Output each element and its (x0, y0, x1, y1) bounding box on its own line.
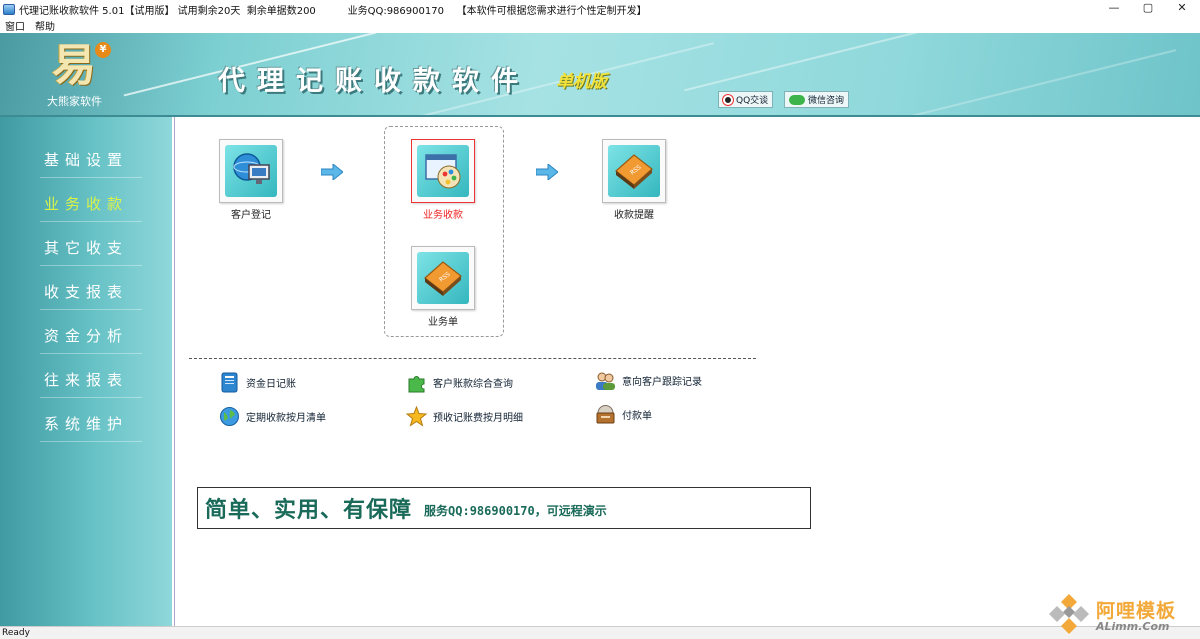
business-receipt-label: 业务收款 (423, 210, 463, 221)
watermark-text: 阿哩模板 (1096, 600, 1177, 622)
yen-coin-icon: ¥ (95, 42, 111, 58)
edition-label: 单机版 (556, 72, 607, 92)
watermark-logo-icon (1049, 594, 1089, 634)
section-divider (189, 358, 756, 359)
slogan-main-text: 简单、实用、有保障 (205, 497, 413, 523)
sidebar-item-business-receipt[interactable]: 业务收款 (0, 182, 172, 226)
business-receipt-tile[interactable] (411, 139, 475, 203)
sidebar-item-fund-analysis[interactable]: 资金分析 (0, 314, 172, 358)
sidebar-item-other-income-expense[interactable]: 其它收支 (0, 226, 172, 270)
customer-register-label: 客户登记 (231, 210, 271, 221)
notebook-icon (221, 372, 238, 393)
receipt-reminder-label: 收款提醒 (614, 210, 654, 221)
qq-penguin-icon (723, 94, 733, 105)
app-icon (3, 3, 15, 15)
arrow-right-icon (321, 164, 343, 180)
customer-query-link[interactable]: 客户账款综合查询 (406, 372, 513, 393)
wechat-consult-button[interactable]: 微信咨询 (784, 91, 850, 108)
cash-journal-link[interactable]: 资金日记账 (219, 372, 296, 393)
star-icon (406, 406, 427, 427)
receipt-reminder-tile[interactable]: RSS (602, 139, 666, 203)
minimize-button[interactable]: — (1096, 0, 1132, 18)
prepaid-detail-link[interactable]: 预收记账费按月明细 (406, 406, 523, 427)
menu-help[interactable]: 帮助 (30, 18, 60, 33)
inbox-tray-icon (596, 405, 615, 424)
business-order-label: 业务单 (428, 317, 458, 328)
close-button[interactable]: ✕ (1164, 0, 1200, 18)
window-title: 代理记账收款软件 5.01【试用版】 试用剩余20天 剩余单据数200 业务QQ… (19, 5, 647, 17)
business-order-tile[interactable]: RSS (411, 246, 475, 310)
customer-query-label: 客户账款综合查询 (433, 379, 513, 390)
company-name: 大熊家软件 (47, 95, 102, 108)
prepaid-detail-label: 预收记账费按月明细 (433, 413, 523, 424)
status-bar: Ready (0, 626, 1200, 639)
status-text: Ready (2, 628, 30, 638)
prospect-tracking-link[interactable]: 意向客户跟踪记录 (595, 370, 702, 391)
window-titlebar: 代理记账收款软件 5.01【试用版】 试用剩余20天 剩余单据数200 业务QQ… (0, 0, 1200, 18)
prospect-tracking-label: 意向客户跟踪记录 (622, 377, 702, 388)
site-watermark: 阿哩模板 ALimm.Com (1046, 592, 1196, 636)
sidebar-item-income-expense-report[interactable]: 收支报表 (0, 270, 172, 314)
wechat-consult-label: 微信咨询 (808, 96, 845, 106)
puzzle-icon (408, 376, 425, 393)
palette-window-icon (417, 145, 469, 197)
cash-journal-label: 资金日记账 (246, 379, 296, 390)
slogan-banner: 简单、实用、有保障 服务QQ:986900170，可远程演示 (197, 487, 811, 529)
main-panel: 客户登记 业务收款 RSS 收款提醒 RSS 业务单 资金日记账 客户账款综合查… (174, 117, 1200, 626)
sidebar-item-system-maintenance[interactable]: 系统维护 (0, 402, 172, 446)
maximize-button[interactable]: ▢ (1130, 0, 1166, 18)
periodic-receipt-link[interactable]: 定期收款按月清单 (219, 406, 326, 427)
menu-bar: 窗口 帮助 (0, 18, 1200, 33)
book-icon: RSS (417, 252, 469, 304)
qq-chat-label: QQ交谈 (736, 96, 769, 106)
arrow-right-icon (536, 164, 558, 180)
logo-mark: 易 (52, 40, 96, 91)
globe-icon (220, 407, 239, 426)
payment-order-link[interactable]: 付款单 (595, 404, 652, 425)
sidebar: 基础设置 业务收款 其它收支 收支报表 资金分析 往来报表 系统维护 (0, 117, 172, 626)
app-banner: 易 ¥ 大熊家软件 代理记账收款软件 单机版 QQ交谈 微信咨询 (0, 33, 1200, 117)
sidebar-item-basic-settings[interactable]: 基础设置 (0, 138, 172, 182)
app-title: 代理记账收款软件 (218, 66, 530, 97)
monitor-globe-icon (225, 145, 277, 197)
payment-order-label: 付款单 (622, 411, 652, 422)
periodic-receipt-label: 定期收款按月清单 (246, 413, 326, 424)
users-icon (596, 372, 615, 390)
qq-chat-button[interactable]: QQ交谈 (718, 91, 774, 108)
slogan-sub-text: 服务QQ:986900170，可远程演示 (424, 503, 607, 518)
sidebar-item-account-report[interactable]: 往来报表 (0, 358, 172, 402)
customer-register-tile[interactable] (219, 139, 283, 203)
book-icon: RSS (608, 145, 660, 197)
wechat-icon (789, 94, 805, 105)
watermark-subtext: ALimm.Com (1096, 620, 1170, 633)
menu-window[interactable]: 窗口 (0, 18, 30, 33)
